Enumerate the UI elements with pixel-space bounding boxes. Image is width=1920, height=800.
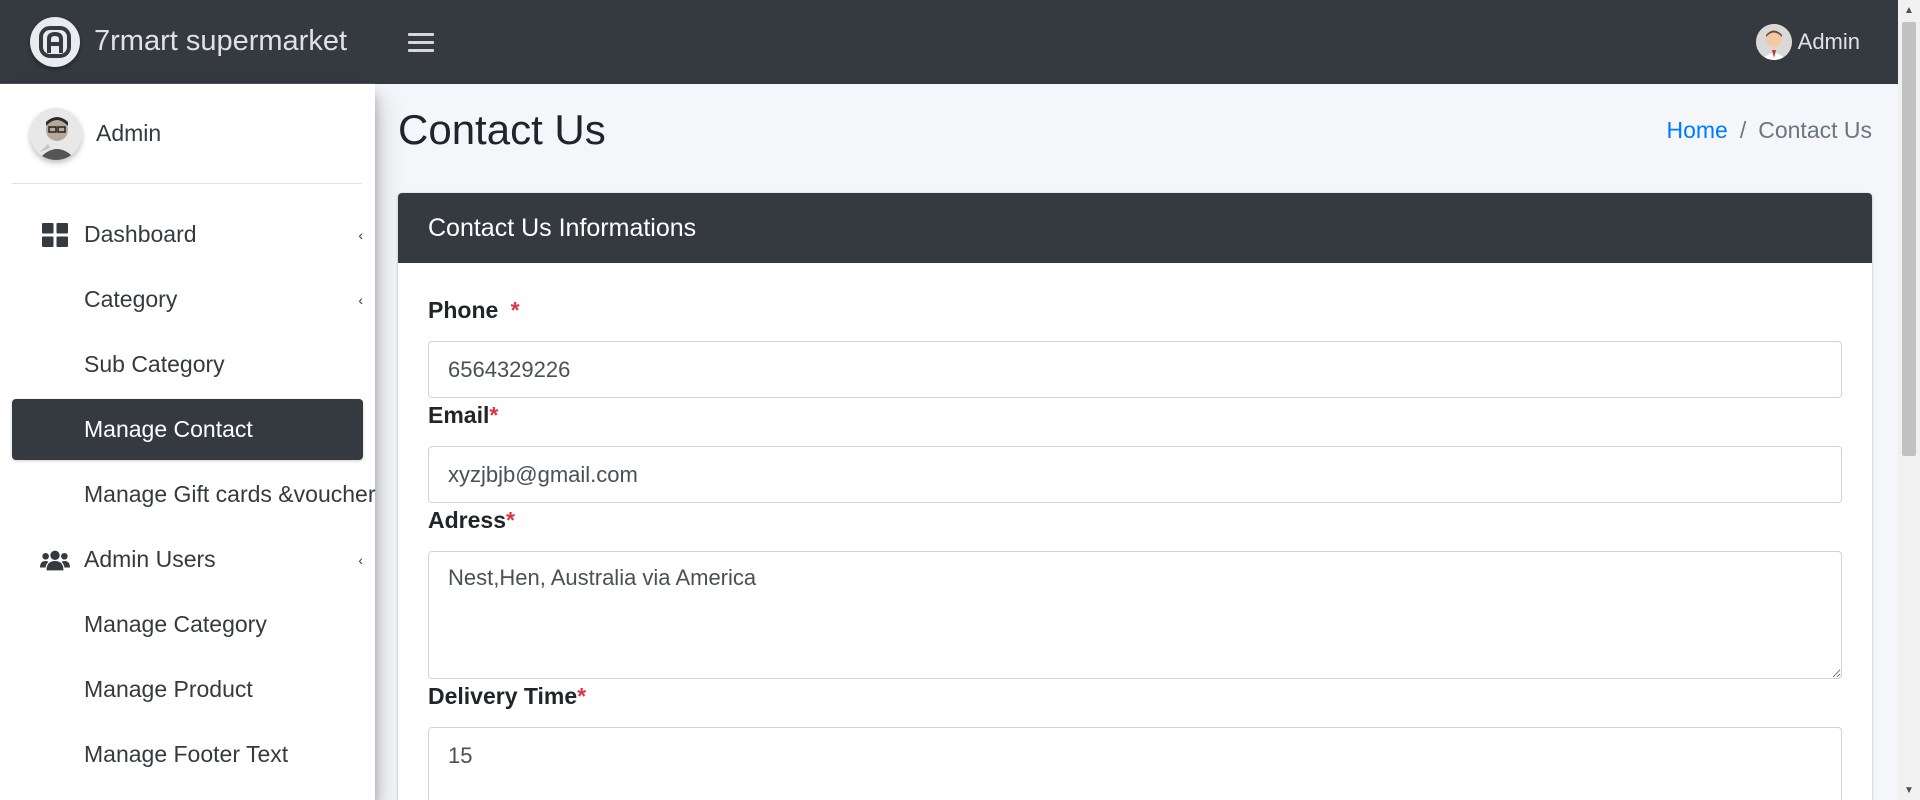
email-label-text: Email (428, 402, 490, 428)
sidebar-item-dashboard[interactable]: Dashboard ‹ (12, 204, 363, 265)
top-user-avatar (1755, 24, 1792, 60)
sidebar-item-label: Sub Category (84, 351, 225, 377)
page-title: Contact Us (398, 106, 606, 153)
required-mark: * (510, 297, 520, 323)
sidebar-item-manage-gift-cards[interactable]: Manage Gift cards &voucher (12, 464, 375, 525)
phone-label-text: Phone (428, 297, 499, 323)
brand-link[interactable]: 7rmart supermarket (0, 0, 375, 84)
sidebar-item-admin-users[interactable]: Admin Users ‹ (12, 529, 363, 590)
scroll-down-arrow-icon[interactable]: ▼ (1898, 780, 1920, 800)
sidebar-item-label: Manage Category (84, 611, 267, 637)
sidebar-item-sub-category[interactable]: Sub Category (12, 334, 363, 395)
sidebar-user-name: Admin (96, 120, 162, 146)
angle-left-icon: ‹ (358, 291, 363, 308)
brand-name: 7rmart supermarket (94, 25, 348, 57)
card-header: Contact Us Informations (398, 193, 1872, 263)
sidebar-item-label: Manage Footer Text (84, 741, 289, 767)
page-scrollbar[interactable]: ▲ ▼ (1898, 0, 1920, 800)
breadcrumb-current: Contact Us (1758, 117, 1872, 143)
scroll-up-arrow-icon[interactable]: ▲ (1898, 0, 1920, 20)
email-field[interactable] (428, 446, 1842, 503)
sidebar-item-label: Admin Users (84, 546, 216, 572)
top-user-name: Admin (1797, 29, 1860, 54)
breadcrumb-separator: / (1739, 117, 1747, 143)
th-large-icon (40, 222, 70, 247)
address-label-text: Adress (428, 507, 506, 533)
delivery-time-label-text: Delivery Time (428, 683, 578, 709)
breadcrumb: Home / Contact Us (1666, 117, 1872, 144)
users-icon (40, 548, 70, 572)
sidebar-item-label: Manage Contact (84, 416, 253, 442)
address-field[interactable]: Nest,Hen, Australia via America (428, 551, 1842, 679)
required-mark: * (505, 507, 515, 533)
sidebar-item-label: Manage Gift cards &voucher (84, 481, 376, 507)
angle-left-icon: ‹ (358, 226, 363, 243)
sidebar-item-category[interactable]: Category ‹ (12, 269, 363, 330)
brand-logo-icon (30, 16, 80, 67)
sidebar-item-label: Dashboard (84, 221, 197, 247)
breadcrumb-home-link[interactable]: Home (1666, 117, 1727, 144)
sidebar-nav: Dashboard ‹ Category ‹ Sub Category Mana… (12, 204, 375, 789)
card-title: Contact Us Informations (428, 213, 697, 242)
contact-info-card: Contact Us Informations Phone * Email* A… (398, 193, 1872, 800)
sidebar-item-manage-product[interactable]: Manage Product (12, 659, 363, 720)
phone-field[interactable] (428, 341, 1842, 398)
sidebar: Admin Dashboard ‹ Category ‹ Sub Categor… (0, 84, 375, 800)
sidebar-user-avatar (30, 107, 82, 160)
required-mark: * (489, 402, 499, 428)
menu-toggle-icon[interactable] (408, 27, 434, 57)
sidebar-item-label: Manage Product (84, 676, 253, 702)
address-label: Adress* (428, 507, 515, 534)
sidebar-item-manage-contact[interactable]: Manage Contact (12, 399, 363, 460)
delivery-time-label: Delivery Time* (428, 683, 586, 710)
sidebar-item-manage-category[interactable]: Manage Category (12, 594, 363, 655)
top-user-menu[interactable]: Admin (1755, 24, 1860, 60)
email-label: Email* (428, 402, 498, 429)
delivery-time-field[interactable] (428, 727, 1842, 800)
sidebar-item-manage-footer-text[interactable]: Manage Footer Text (12, 724, 363, 785)
sidebar-user-panel[interactable]: Admin (12, 84, 362, 184)
sidebar-item-label: Category (84, 286, 178, 312)
angle-left-icon: ‹ (358, 551, 363, 568)
phone-label: Phone * (428, 297, 520, 324)
required-mark: * (577, 683, 587, 709)
scroll-thumb[interactable] (1902, 22, 1916, 456)
